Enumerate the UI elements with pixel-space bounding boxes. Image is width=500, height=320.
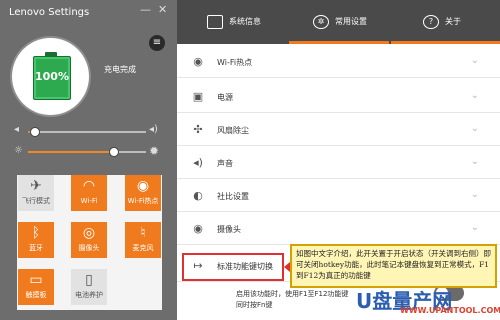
battery-icon: 100% [33,52,71,100]
tile-label: Wi-Fi [80,197,98,205]
tile-label: 麦克风 [132,244,154,252]
tile-airplane-mode[interactable]: ✈ 飞行模式 [18,175,54,211]
tile-wifi[interactable]: ◠ Wi-Fi [71,175,107,211]
tab-label: 关于 [445,17,461,26]
row-label: 摄像头 [217,225,241,234]
speaker-high-icon: ◂) [149,124,158,135]
left-panel: Lenovo Settings — ✕ 100% 充电完成 ≡ ◂ ◂) ☼ ✹… [0,0,177,320]
chevron-down-icon: ⌄ [470,222,479,233]
speaker-icon: ◂) [193,156,203,169]
chevron-down-icon: ⌄ [470,55,479,66]
highlight-box [182,253,284,281]
tile-label: 摄像头 [78,244,100,252]
menu-icon[interactable]: ≡ [149,35,165,51]
charge-status: 充电完成 [104,65,136,74]
watermark-url: WWW.UPANTOOL.COM [400,306,500,315]
touchpad-icon: ▭ [29,272,43,288]
fn-description-line2: 同时按Fn键 [236,301,273,309]
gear-icon: ✲ [313,14,329,29]
brightness-low-icon: ☼ [14,145,23,156]
tab-bar: 系统信息 ✲ 常用设置 ? 关于 [177,0,500,44]
tab-common-settings[interactable]: ✲ 常用设置 [313,0,367,44]
monitor-icon [207,14,223,29]
tab-label: 系统信息 [229,17,261,26]
settings-row-sound[interactable]: ◂) 声音 ⌄ [177,149,500,179]
brightness-knob[interactable] [109,147,119,157]
bluetooth-icon: ᛒ [31,225,41,241]
annotation-callout: 如图中文字介绍，此开关置于开启状态（开关调到右侧）即可关闭hotkey功能，此时… [290,244,497,288]
app-title: Lenovo Settings [9,7,90,18]
volume-knob[interactable] [30,127,40,137]
volume-slider[interactable] [28,127,146,137]
tab-about[interactable]: ? 关于 [423,0,461,44]
settings-row-power[interactable]: ▣ 电源 ⌄ [177,83,500,113]
active-tab-indicator [289,41,389,44]
tile-wifi-hotspot[interactable]: ◉ Wi-Fi热点 [125,175,161,211]
tile-battery-care[interactable]: ▯ 电池养护 [71,269,107,305]
tile-bluetooth[interactable]: ᛒ 蓝牙 [18,222,54,258]
tile-label: Wi-Fi热点 [127,197,159,205]
close-icon[interactable]: ✕ [158,3,167,16]
chevron-down-icon: ⌄ [470,90,479,101]
row-label: 社比设置 [217,192,249,201]
tile-label: 触摸板 [25,291,47,299]
chevron-down-icon: ⌄ [470,189,479,200]
settings-row-wifi-hotspot[interactable]: ◉ Wi-Fi热点 ⌄ [177,48,500,78]
chevron-down-icon: ⌄ [470,156,479,167]
minimize-icon[interactable]: — [140,3,151,16]
question-icon: ? [423,14,439,29]
tile-microphone[interactable]: ♮ 麦克风 [125,222,161,258]
camera-icon: ◉ [193,222,203,235]
tile-label: 蓝牙 [29,244,43,252]
tile-touchpad[interactable]: ▭ 触摸板 [18,269,54,305]
battery-care-icon: ▯ [85,272,93,288]
fan-icon: ✣ [193,123,203,136]
fn-description-line1: 启用该功能时，使用F1至F12功能键 [236,290,349,298]
row-label: 电源 [217,93,233,102]
tile-label: 飞行模式 [22,197,50,205]
tab-label: 常用设置 [335,17,367,26]
brightness-fill [28,151,113,153]
camera-icon: ◎ [82,225,96,241]
fn-description: 启用该功能时，使用F1至F12功能键 同时按Fn键 [236,289,348,311]
settings-row-contrast[interactable]: ◐ 社比设置 ⌄ [177,182,500,212]
tab-underline-about [391,41,500,44]
battery-percent: 100% [35,70,69,83]
tab-system-info[interactable]: 系统信息 [207,0,261,44]
settings-row-camera[interactable]: ◉ 摄像头 ⌄ [177,215,500,245]
quick-settings-grid: ✈ 飞行模式 ◠ Wi-Fi ◉ Wi-Fi热点 ᛒ 蓝牙 ◎ 摄像头 ♮ 麦克… [17,175,162,310]
battery-indicator: 100% [12,38,89,115]
tile-camera[interactable]: ◎ 摄像头 [71,222,107,258]
power-plug-icon: ▣ [192,90,204,103]
tile-label: 电池养护 [75,291,103,299]
chevron-down-icon: ⌄ [470,123,479,134]
row-label: Wi-Fi热点 [217,58,253,67]
wifi-icon: ◠ [82,178,96,194]
row-label: 声音 [217,159,233,168]
hotspot-icon: ◉ [193,55,203,68]
hotspot-icon: ◉ [136,178,150,194]
row-label: 风扇除尘 [217,126,249,135]
settings-row-fan-dust[interactable]: ✣ 风扇除尘 ⌄ [177,116,500,146]
brightness-slider[interactable] [28,147,146,157]
brightness-high-icon: ✹ [149,144,160,158]
airplane-icon: ✈ [30,178,42,194]
speaker-low-icon: ◂ [14,124,20,135]
microphone-icon: ♮ [140,225,146,241]
half-circle-icon: ◐ [193,189,203,202]
